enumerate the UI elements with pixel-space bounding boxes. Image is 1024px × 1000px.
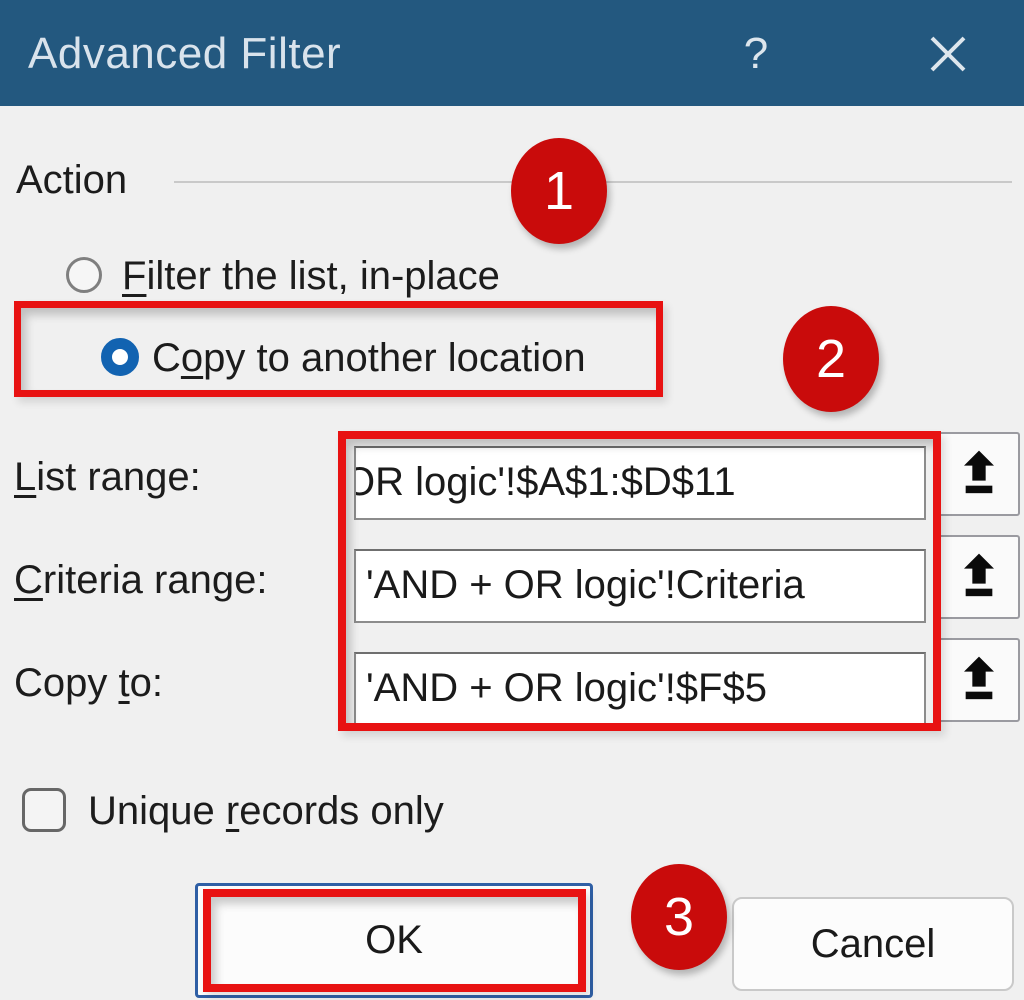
list-range-label: List range: bbox=[14, 455, 201, 499]
help-button[interactable]: ? bbox=[728, 22, 784, 86]
up-arrow-to-bar-icon bbox=[964, 553, 994, 597]
copy-to-label: Copy to: bbox=[14, 661, 163, 705]
radio-filter-in-place-label[interactable]: Filter the list, in-place bbox=[122, 254, 500, 298]
radio-copy-to-another-location[interactable] bbox=[101, 338, 139, 376]
radio-filter-in-place[interactable] bbox=[66, 257, 102, 293]
criteria-range-collapse-button[interactable] bbox=[938, 535, 1020, 619]
cancel-button[interactable]: Cancel bbox=[732, 897, 1014, 991]
dialog-title: Advanced Filter bbox=[28, 29, 342, 78]
close-button[interactable] bbox=[918, 26, 978, 82]
up-arrow-to-bar-icon bbox=[964, 450, 994, 494]
close-icon bbox=[930, 36, 966, 72]
criteria-range-label: Criteria range: bbox=[14, 558, 268, 602]
list-range-collapse-button[interactable] bbox=[938, 432, 1020, 516]
annotation-badge-1: 1 bbox=[511, 138, 607, 244]
unique-records-label[interactable]: Unique records only bbox=[88, 788, 444, 834]
action-group-label: Action bbox=[16, 158, 128, 202]
up-arrow-to-bar-icon bbox=[964, 656, 994, 700]
ok-button[interactable]: OK bbox=[195, 883, 593, 998]
copy-to-collapse-button[interactable] bbox=[938, 638, 1020, 722]
list-range-input[interactable]: OR logic'!$A$1:$D$11 bbox=[354, 446, 926, 520]
radio-copy-to-another-location-label[interactable]: Copy to another location bbox=[152, 336, 586, 380]
criteria-range-input[interactable]: 'AND + OR logic'!Criteria bbox=[354, 549, 926, 623]
annotation-badge-3: 3 bbox=[631, 864, 727, 970]
dialog-titlebar[interactable]: Advanced Filter ? bbox=[0, 0, 1024, 106]
help-icon: ? bbox=[743, 29, 769, 78]
copy-to-input[interactable]: 'AND + OR logic'!$F$5 bbox=[354, 652, 926, 726]
annotation-badge-2: 2 bbox=[783, 306, 879, 412]
unique-records-checkbox[interactable] bbox=[22, 788, 66, 832]
